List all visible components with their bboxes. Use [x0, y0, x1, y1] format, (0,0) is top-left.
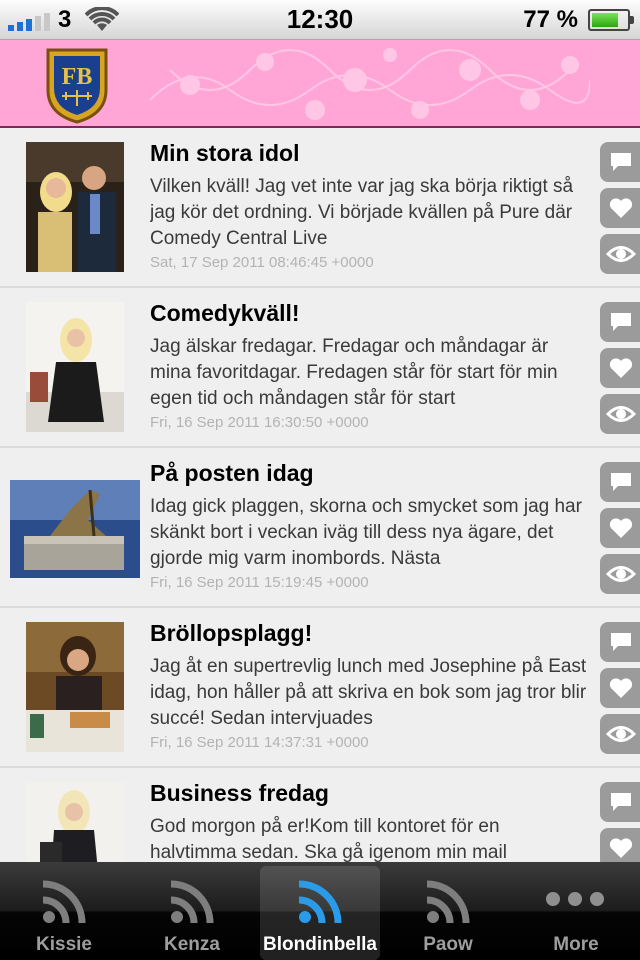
post-excerpt: Jag älskar fredagar. Fredagar och måndag…: [150, 336, 558, 409]
tab-label: More: [553, 934, 599, 955]
post-actions: [600, 302, 640, 440]
like-button[interactable]: [600, 668, 640, 708]
post-excerpt: Jag åt en supertrevlig lunch med Josephi…: [150, 656, 587, 729]
post-excerpt: God morgon på er!Kom till kontoret för e…: [150, 816, 507, 862]
comment-icon: [611, 793, 631, 811]
tab-bar: Kissie Kenza Blondinbella Paow More: [0, 862, 640, 960]
comment-icon: [611, 153, 631, 171]
post-thumbnail: [26, 302, 124, 432]
like-button[interactable]: [600, 508, 640, 548]
heart-icon: [609, 358, 633, 378]
post-actions: [600, 622, 640, 760]
eye-icon: [606, 246, 636, 262]
eye-icon: [606, 566, 636, 582]
post-title[interactable]: Bröllopsplagg!: [150, 620, 312, 647]
comment-icon: [611, 313, 631, 331]
view-button[interactable]: [600, 234, 640, 274]
post-excerpt: Vilken kväll! Jag vet inte var jag ska b…: [150, 176, 574, 249]
comment-button[interactable]: [600, 622, 640, 662]
heart-icon: [609, 678, 633, 698]
list-item[interactable]: Business fredag God morgon på er!Kom til…: [0, 768, 640, 862]
battery-fill: [592, 13, 619, 27]
tab-label: Paow: [423, 934, 473, 955]
status-right: 77 %: [523, 6, 634, 34]
rss-icon: [170, 880, 214, 924]
list-item[interactable]: Comedykväll! Jag älskar fredagar. Fredag…: [0, 288, 640, 448]
heart-icon: [609, 518, 633, 538]
heart-icon: [609, 838, 633, 858]
floral-pattern: [150, 48, 590, 120]
rss-icon: [426, 880, 470, 924]
like-button[interactable]: [600, 188, 640, 228]
post-title[interactable]: Business fredag: [150, 780, 329, 807]
comment-icon: [611, 473, 631, 491]
post-actions: [600, 782, 640, 862]
post-actions: [600, 462, 640, 600]
post-list[interactable]: Min stora idol Vilken kväll! Jag vet int…: [0, 128, 640, 862]
comment-button[interactable]: [600, 302, 640, 342]
post-date: Fri, 16 Sep 2011 16:30:50 +0000: [150, 414, 369, 431]
post-date: Fri, 16 Sep 2011 15:19:45 +0000: [150, 574, 369, 591]
post-thumbnail: [26, 142, 124, 272]
comment-button[interactable]: [600, 782, 640, 822]
list-item[interactable]: Bröllopsplagg! Jag åt en supertrevlig lu…: [0, 608, 640, 768]
eye-icon: [606, 726, 636, 742]
post-actions: [600, 142, 640, 280]
post-thumbnail: [10, 480, 140, 578]
post-excerpt: Idag gick plaggen, skorna och smycket so…: [150, 496, 582, 569]
post-date: Sat, 17 Sep 2011 08:46:45 +0000: [150, 254, 374, 271]
tab-kenza[interactable]: Kenza: [132, 866, 252, 960]
like-button[interactable]: [600, 828, 640, 862]
tab-label: Blondinbella: [263, 934, 377, 955]
view-button[interactable]: [600, 714, 640, 754]
comment-icon: [611, 633, 631, 651]
tab-blondinbella[interactable]: Blondinbella: [260, 866, 380, 960]
post-thumbnail: [26, 782, 124, 862]
tab-label: Kissie: [36, 934, 92, 955]
like-button[interactable]: [600, 348, 640, 388]
post-title[interactable]: På posten idag: [150, 460, 314, 487]
tab-kissie[interactable]: Kissie: [4, 866, 124, 960]
heart-icon: [609, 198, 633, 218]
battery-icon: [588, 9, 634, 31]
post-thumbnail: [26, 622, 124, 752]
tab-paow[interactable]: Paow: [388, 866, 508, 960]
logo-text: FB: [62, 64, 93, 90]
view-button[interactable]: [600, 554, 640, 594]
logo-crest[interactable]: FB: [44, 44, 110, 124]
battery-percent: 77 %: [523, 6, 578, 33]
tab-label: Kenza: [164, 934, 220, 955]
tab-more[interactable]: More: [516, 866, 636, 960]
list-item[interactable]: På posten idag Idag gick plaggen, skorna…: [0, 448, 640, 608]
view-button[interactable]: [600, 394, 640, 434]
more-icon: [546, 892, 604, 906]
post-title[interactable]: Min stora idol: [150, 140, 300, 167]
header-banner: FB: [0, 40, 640, 128]
rss-icon: [298, 880, 342, 924]
status-bar: 3 12:30 77 %: [0, 0, 640, 40]
comment-button[interactable]: [600, 462, 640, 502]
rss-icon: [42, 880, 86, 924]
comment-button[interactable]: [600, 142, 640, 182]
post-title[interactable]: Comedykväll!: [150, 300, 300, 327]
eye-icon: [606, 406, 636, 422]
post-date: Fri, 16 Sep 2011 14:37:31 +0000: [150, 734, 369, 751]
list-item[interactable]: Min stora idol Vilken kväll! Jag vet int…: [0, 128, 640, 288]
